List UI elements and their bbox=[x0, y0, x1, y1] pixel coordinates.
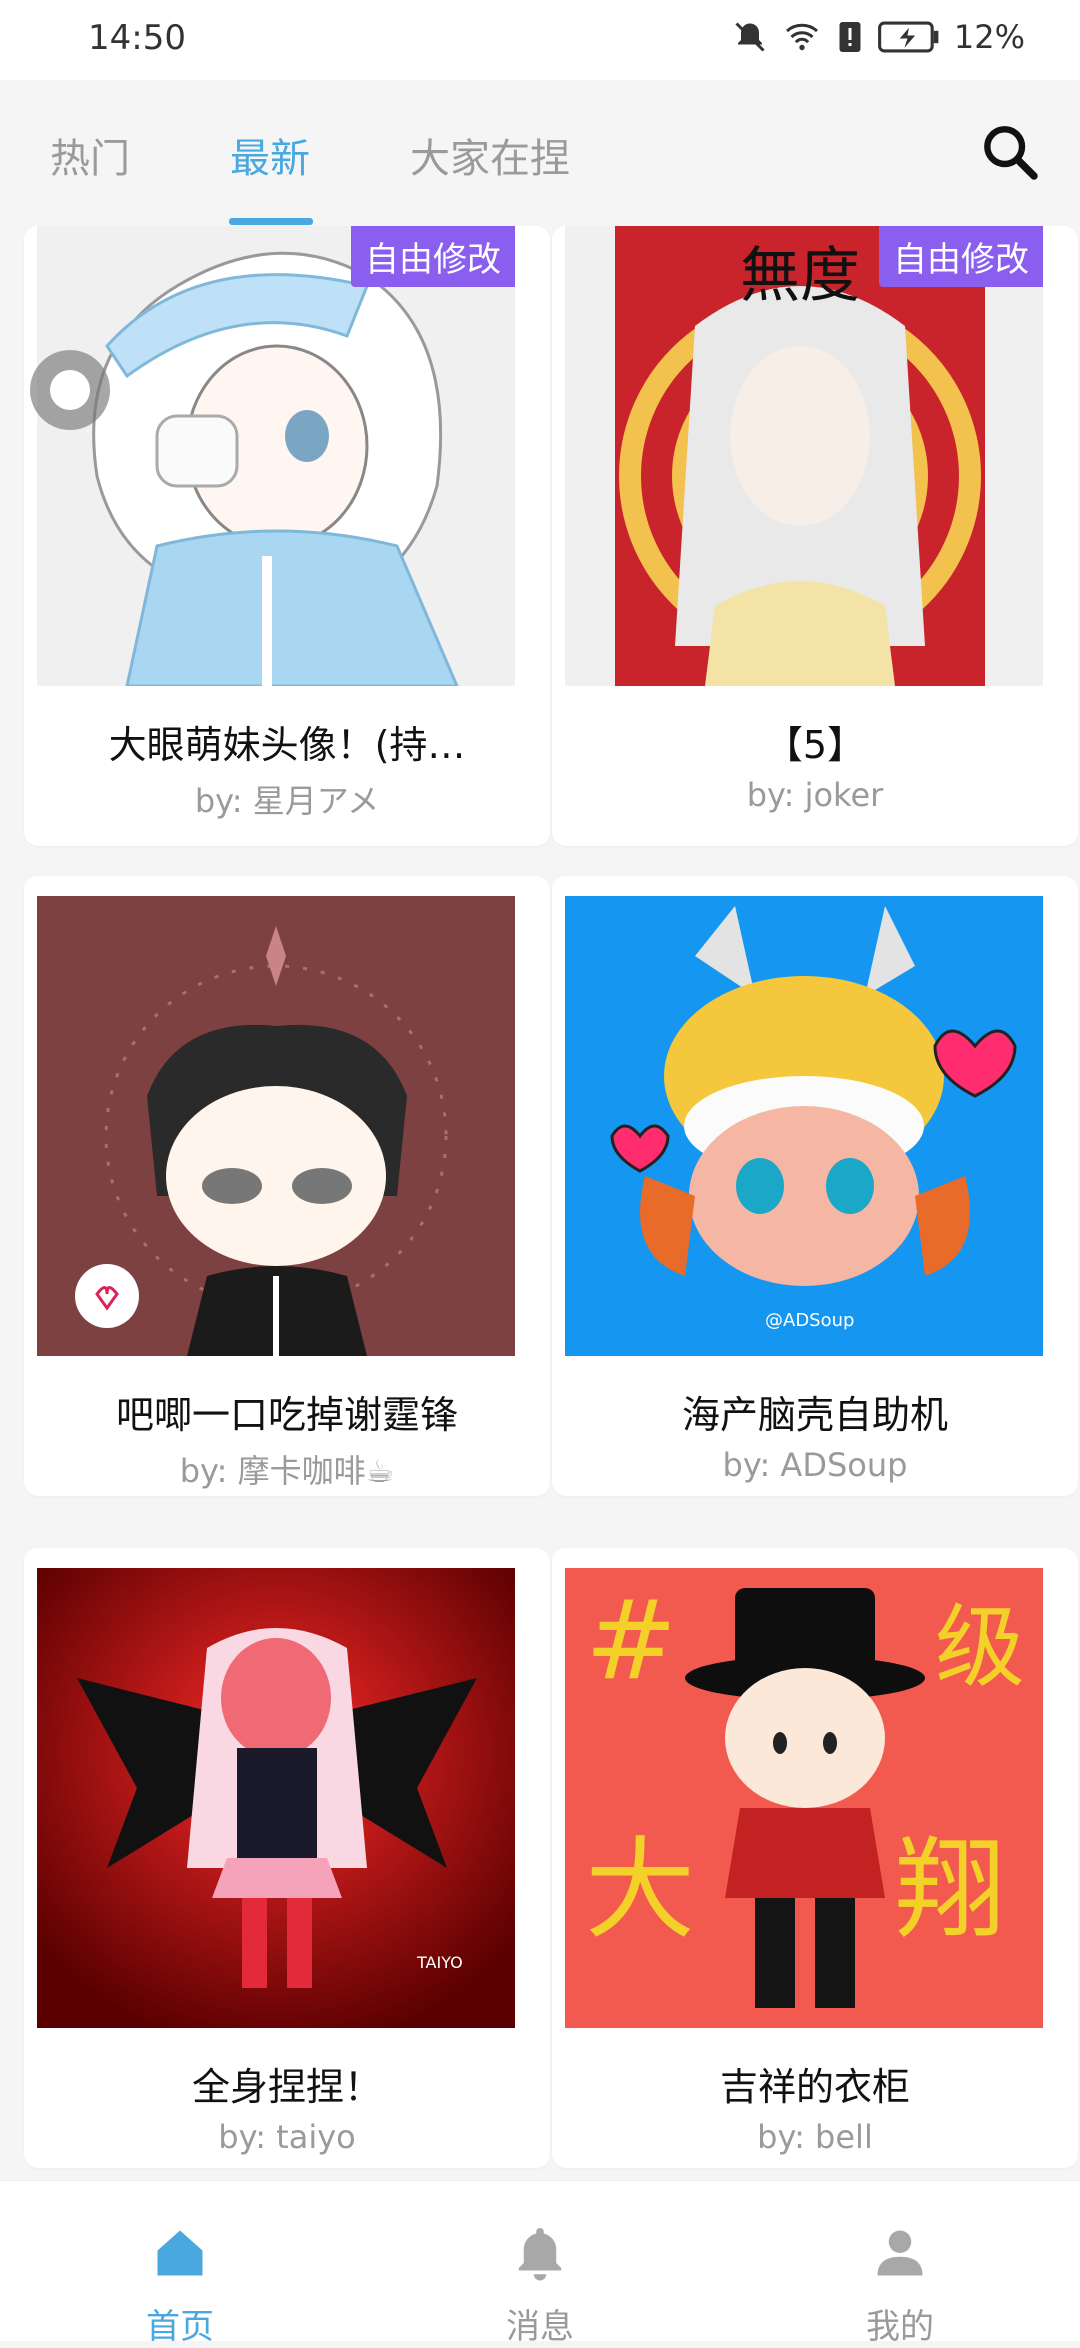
sim-icon bbox=[839, 22, 861, 52]
work-author: by: joker bbox=[746, 776, 884, 814]
work-card[interactable]: # 级 大 翔 吉祥的衣柜 by: bell bbox=[552, 1548, 1078, 2168]
status-icons: 12% bbox=[732, 18, 1025, 56]
home-icon bbox=[157, 2230, 203, 2276]
work-title: 吉祥的衣柜 bbox=[719, 2065, 910, 2109]
work-card[interactable]: 吧唧一口吃掉谢霆锋 by: 摩卡咖啡☕ bbox=[24, 876, 550, 1496]
battery-percent: 12% bbox=[953, 18, 1025, 56]
demon-wings-girl-image: TAIYO bbox=[37, 1568, 515, 2028]
nav-home[interactable]: 首页 bbox=[80, 2181, 280, 2347]
svg-text:@ADSoup: @ADSoup bbox=[765, 1310, 854, 1331]
bottom-nav: 首页 消息 我的 bbox=[0, 2180, 1080, 2347]
bell-icon bbox=[518, 2228, 562, 2281]
work-author: by: bell bbox=[757, 2118, 873, 2156]
work-title: 吧唧一口吃掉谢霆锋 bbox=[115, 1393, 458, 1437]
user-icon bbox=[877, 2230, 923, 2276]
work-author: by: ADSoup bbox=[722, 1446, 908, 1484]
work-author: by: taiyo bbox=[218, 2118, 356, 2156]
svg-text:翔: 翔 bbox=[895, 1826, 1005, 1954]
tab-latest[interactable]: 最新 bbox=[230, 126, 310, 184]
chibi-man-sunglasses-image bbox=[37, 896, 515, 1356]
nav-profile-label: 我的 bbox=[866, 2307, 934, 2347]
active-tab-indicator bbox=[229, 218, 313, 225]
nav-messages-label: 消息 bbox=[506, 2307, 574, 2347]
tab-hot[interactable]: 热门 bbox=[50, 126, 130, 184]
search-icon[interactable] bbox=[978, 120, 1042, 184]
nav-home-label: 首页 bbox=[146, 2307, 214, 2347]
top-tab-bar: 热门 最新 大家在捏 bbox=[0, 80, 1080, 226]
svg-text:大: 大 bbox=[585, 1826, 695, 1954]
svg-text:级: 级 bbox=[935, 1595, 1025, 1700]
work-card[interactable]: 無度 自由修改 【5】 by: joker bbox=[552, 226, 1078, 846]
svg-text:TAIYO: TAIYO bbox=[416, 1953, 463, 1972]
wifi-icon bbox=[785, 23, 818, 51]
free-edit-badge: 自由修改 bbox=[351, 226, 515, 287]
nav-profile[interactable]: 我的 bbox=[800, 2181, 1000, 2347]
top-hat-boy-image: # 级 大 翔 bbox=[565, 1568, 1043, 2028]
work-title: 海产脑壳自助机 bbox=[681, 1393, 948, 1437]
svg-text:#: # bbox=[585, 1576, 677, 1704]
status-bar: 14:50 12% bbox=[0, 0, 1080, 80]
squid-girl-helmet-image: @ADSoup bbox=[565, 896, 1043, 1356]
battery-icon bbox=[877, 21, 939, 53]
work-title: 大眼萌妹头像！(持… bbox=[108, 723, 466, 767]
work-card[interactable]: TAIYO 全身捏捏！ by: taiyo bbox=[24, 1548, 550, 2168]
work-author: by: 星月アメ bbox=[194, 782, 380, 820]
nav-messages[interactable]: 消息 bbox=[440, 2181, 640, 2347]
svg-text:無度: 無度 bbox=[740, 241, 860, 311]
floating-assist-button[interactable] bbox=[30, 350, 110, 430]
mute-icon bbox=[735, 22, 765, 52]
work-title: 全身捏捏！ bbox=[191, 2065, 382, 2109]
work-card[interactable]: @ADSoup 海产脑壳自助机 by: ADSoup bbox=[552, 876, 1078, 1496]
status-time: 14:50 bbox=[88, 18, 186, 58]
work-title: 【5】 bbox=[764, 723, 866, 767]
anime-girl-eyepatch-image: 自由修改 bbox=[37, 226, 515, 686]
work-author: by: 摩卡咖啡☕ bbox=[179, 1452, 395, 1490]
works-grid: 自由修改 大眼萌妹头像！(持… by: 星月アメ 無度 自由修改 【5】 by:… bbox=[0, 226, 1080, 2180]
tab-everyone-pinching[interactable]: 大家在捏 bbox=[410, 126, 570, 184]
work-card[interactable]: 自由修改 大眼萌妹头像！(持… by: 星月アメ bbox=[24, 226, 550, 846]
white-hair-character-image: 無度 自由修改 bbox=[565, 226, 1043, 686]
free-edit-badge: 自由修改 bbox=[879, 226, 1043, 287]
